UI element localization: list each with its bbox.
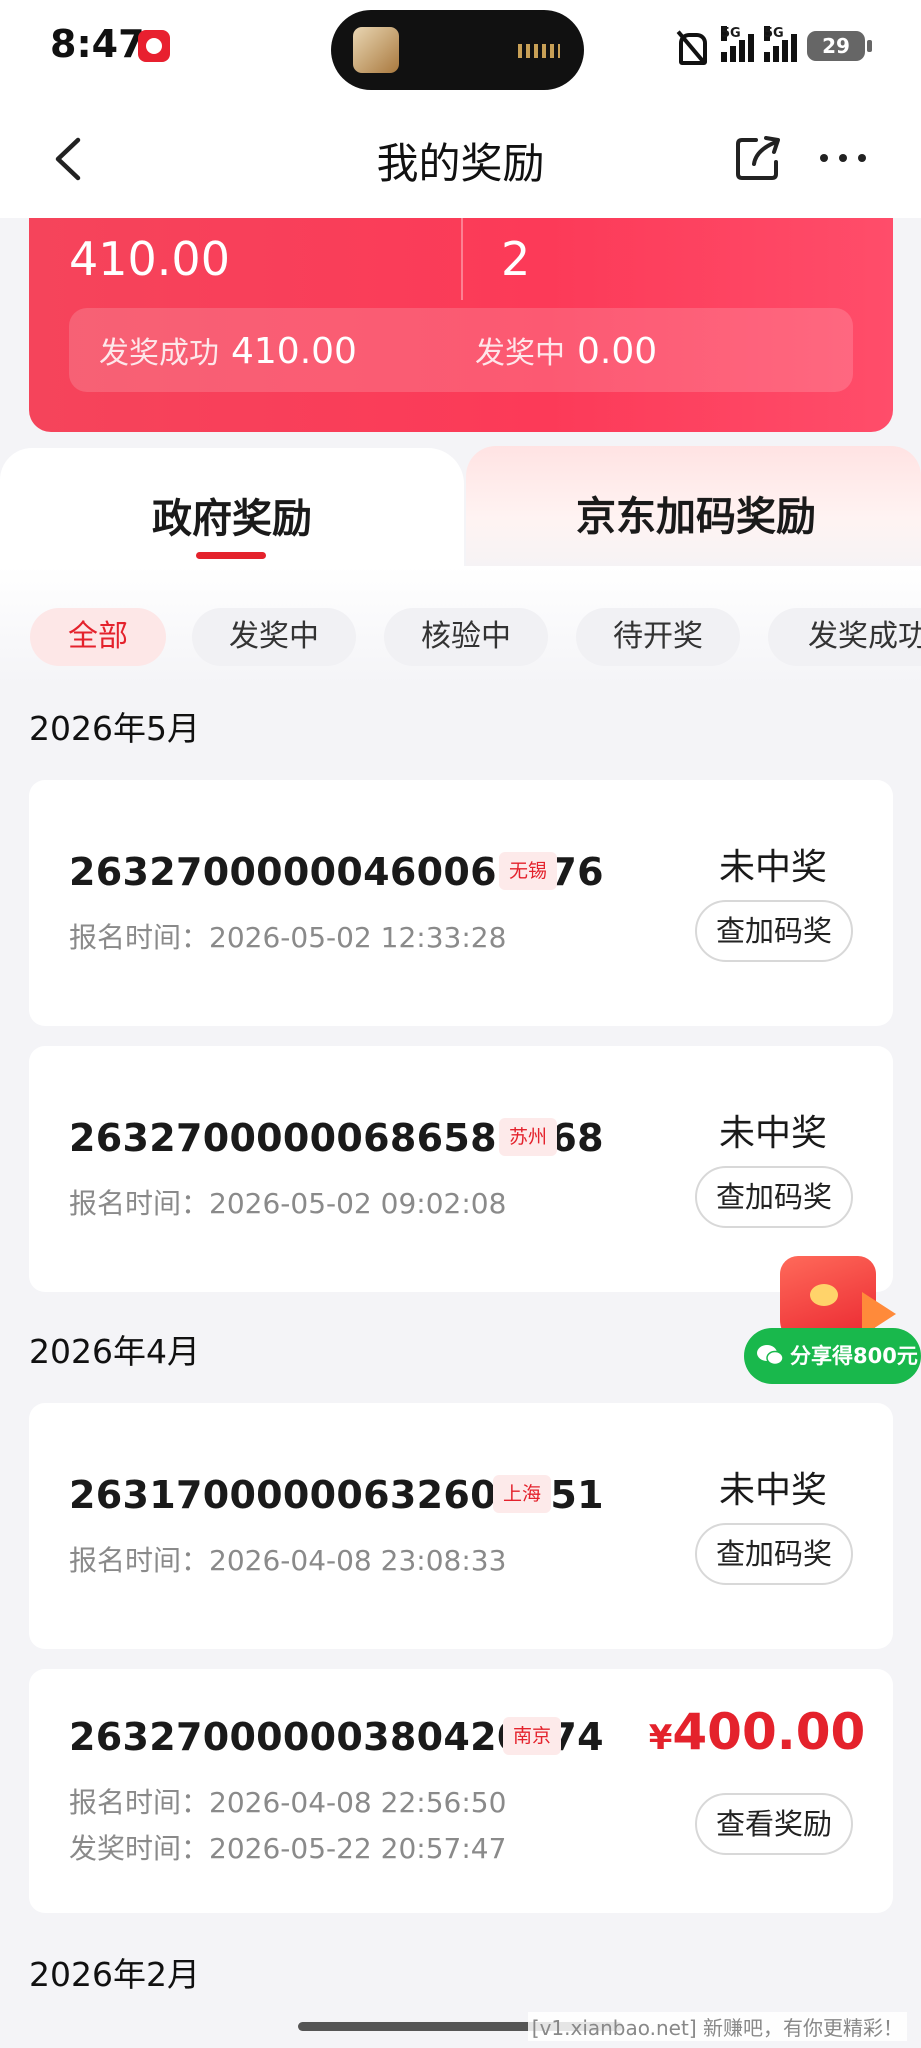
filter-bar: 全部 发奖中 核验中 待开奖 发奖成功 (30, 608, 921, 666)
month-header: 2026年5月 (29, 709, 200, 748)
city-badge: 上海 (493, 1475, 552, 1513)
amount-value: 400.00 (672, 1703, 866, 1761)
tab-label: 政府奖励 (152, 496, 312, 542)
tab-label: 京东加码奖励 (576, 494, 816, 540)
register-time: 报名时间：2026-05-02 09:02:08 (69, 1182, 506, 1222)
reward-record-card[interactable]: 26327000000380420474 南京 报名时间：2026-04-08 … (29, 1669, 893, 1913)
divider (461, 218, 463, 300)
network-type-label: 5G (764, 26, 784, 41)
page: 8:47 5G 5G 29 我的奖励 410.00 2 发奖成功 410.00 … (0, 0, 921, 2048)
register-time-label: 报名时间： (69, 921, 210, 954)
success-stat: 发奖成功 410.00 (99, 328, 357, 372)
page-title: 我的奖励 (376, 139, 545, 188)
city-badge: 无锡 (499, 852, 558, 890)
wechat-icon (757, 1345, 784, 1366)
share-icon[interactable] (734, 134, 782, 182)
tab-government[interactable]: 政府奖励 (0, 448, 464, 566)
award-time-value: 2026-05-22 20:57:47 (209, 1832, 507, 1865)
month-header: 2026年2月 (29, 1955, 200, 1994)
success-label: 发奖成功 (99, 336, 219, 371)
register-time: 报名时间：2026-04-08 22:56:50 (69, 1781, 506, 1821)
total-amount: 410.00 (69, 232, 230, 286)
month-header: 2026年4月 (29, 1332, 200, 1371)
share-promo-widget[interactable]: 分享得800元 (744, 1256, 921, 1386)
check-bonus-button[interactable]: 查加码奖 (695, 1523, 853, 1585)
filter-issuing[interactable]: 发奖中 (192, 608, 356, 666)
filter-success[interactable]: 发奖成功 (768, 608, 921, 666)
network-type-label: 5G (721, 26, 741, 41)
result-status: 未中奖 (718, 847, 827, 888)
status-bar: 8:47 5G 5G 29 (0, 0, 921, 100)
status-time: 8:47 (50, 22, 145, 66)
currency-symbol: ¥ (648, 1718, 673, 1758)
share-promo-label: 分享得800元 (790, 1344, 918, 1368)
register-time-label: 报名时间： (69, 1544, 210, 1577)
result-status: 未中奖 (718, 1470, 827, 1511)
share-promo-button[interactable]: 分享得800元 (744, 1328, 921, 1384)
mute-icon (671, 29, 711, 65)
register-time: 报名时间：2026-04-08 23:08:33 (69, 1539, 506, 1579)
signal-icon: 5G (721, 26, 754, 62)
reward-record-card[interactable]: 26327000000460061476 无锡 报名时间：2026-05-02 … (29, 780, 893, 1026)
media-thumbnail-icon (353, 27, 399, 73)
signal-icon: 5G (764, 26, 797, 62)
summary-breakdown: 发奖成功 410.00 发奖中 0.00 (69, 308, 853, 392)
battery-icon: 29 (807, 31, 872, 61)
reward-record-card[interactable]: 26317000000632609851 上海 报名时间：2026-04-08 … (29, 1403, 893, 1649)
nav-bar: 我的奖励 (0, 100, 921, 218)
register-time: 报名时间：2026-05-02 12:33:28 (69, 916, 506, 956)
pending-stat: 发奖中 0.00 (475, 328, 657, 372)
award-time-label: 发奖时间： (69, 1832, 210, 1865)
filter-all[interactable]: 全部 (30, 608, 166, 666)
check-bonus-button[interactable]: 查加码奖 (695, 1166, 853, 1228)
app-notification-icon (138, 30, 170, 62)
active-tab-indicator (196, 552, 266, 559)
award-time: 发奖时间：2026-05-22 20:57:47 (69, 1827, 506, 1867)
success-value: 410.00 (231, 331, 357, 372)
audio-wave-icon (518, 44, 560, 58)
city-badge: 南京 (503, 1717, 562, 1755)
reward-summary-card: 410.00 2 发奖成功 410.00 发奖中 0.00 (29, 218, 893, 432)
register-time-label: 报名时间： (69, 1187, 210, 1220)
check-bonus-button[interactable]: 查加码奖 (695, 900, 853, 962)
award-amount: ¥400.00 (647, 1703, 867, 1761)
register-time-value: 2026-05-02 09:02:08 (209, 1187, 507, 1220)
reward-tabs: 京东加码奖励 政府奖励 (0, 446, 921, 566)
pending-label: 发奖中 (475, 336, 565, 371)
result-status: 未中奖 (718, 1113, 827, 1154)
status-indicators: 5G 5G 29 (671, 26, 872, 66)
register-time-value: 2026-05-02 12:33:28 (209, 921, 507, 954)
filter-verifying[interactable]: 核验中 (384, 608, 548, 666)
register-time-label: 报名时间： (69, 1786, 210, 1819)
register-time-value: 2026-04-08 22:56:50 (209, 1786, 507, 1819)
city-badge: 苏州 (499, 1118, 558, 1156)
filter-pending-draw[interactable]: 待开奖 (576, 608, 740, 666)
dynamic-island[interactable] (331, 10, 584, 90)
pending-value: 0.00 (577, 331, 658, 372)
register-time-value: 2026-04-08 23:08:33 (209, 1544, 507, 1577)
watermark: [v1.xianbao.net] 新赚吧，有你更精彩！ (527, 2012, 907, 2041)
total-count: 2 (501, 232, 531, 286)
view-reward-button[interactable]: 查看奖励 (695, 1793, 853, 1855)
more-icon[interactable] (820, 154, 866, 164)
tab-jd-bonus[interactable]: 京东加码奖励 (466, 446, 921, 566)
